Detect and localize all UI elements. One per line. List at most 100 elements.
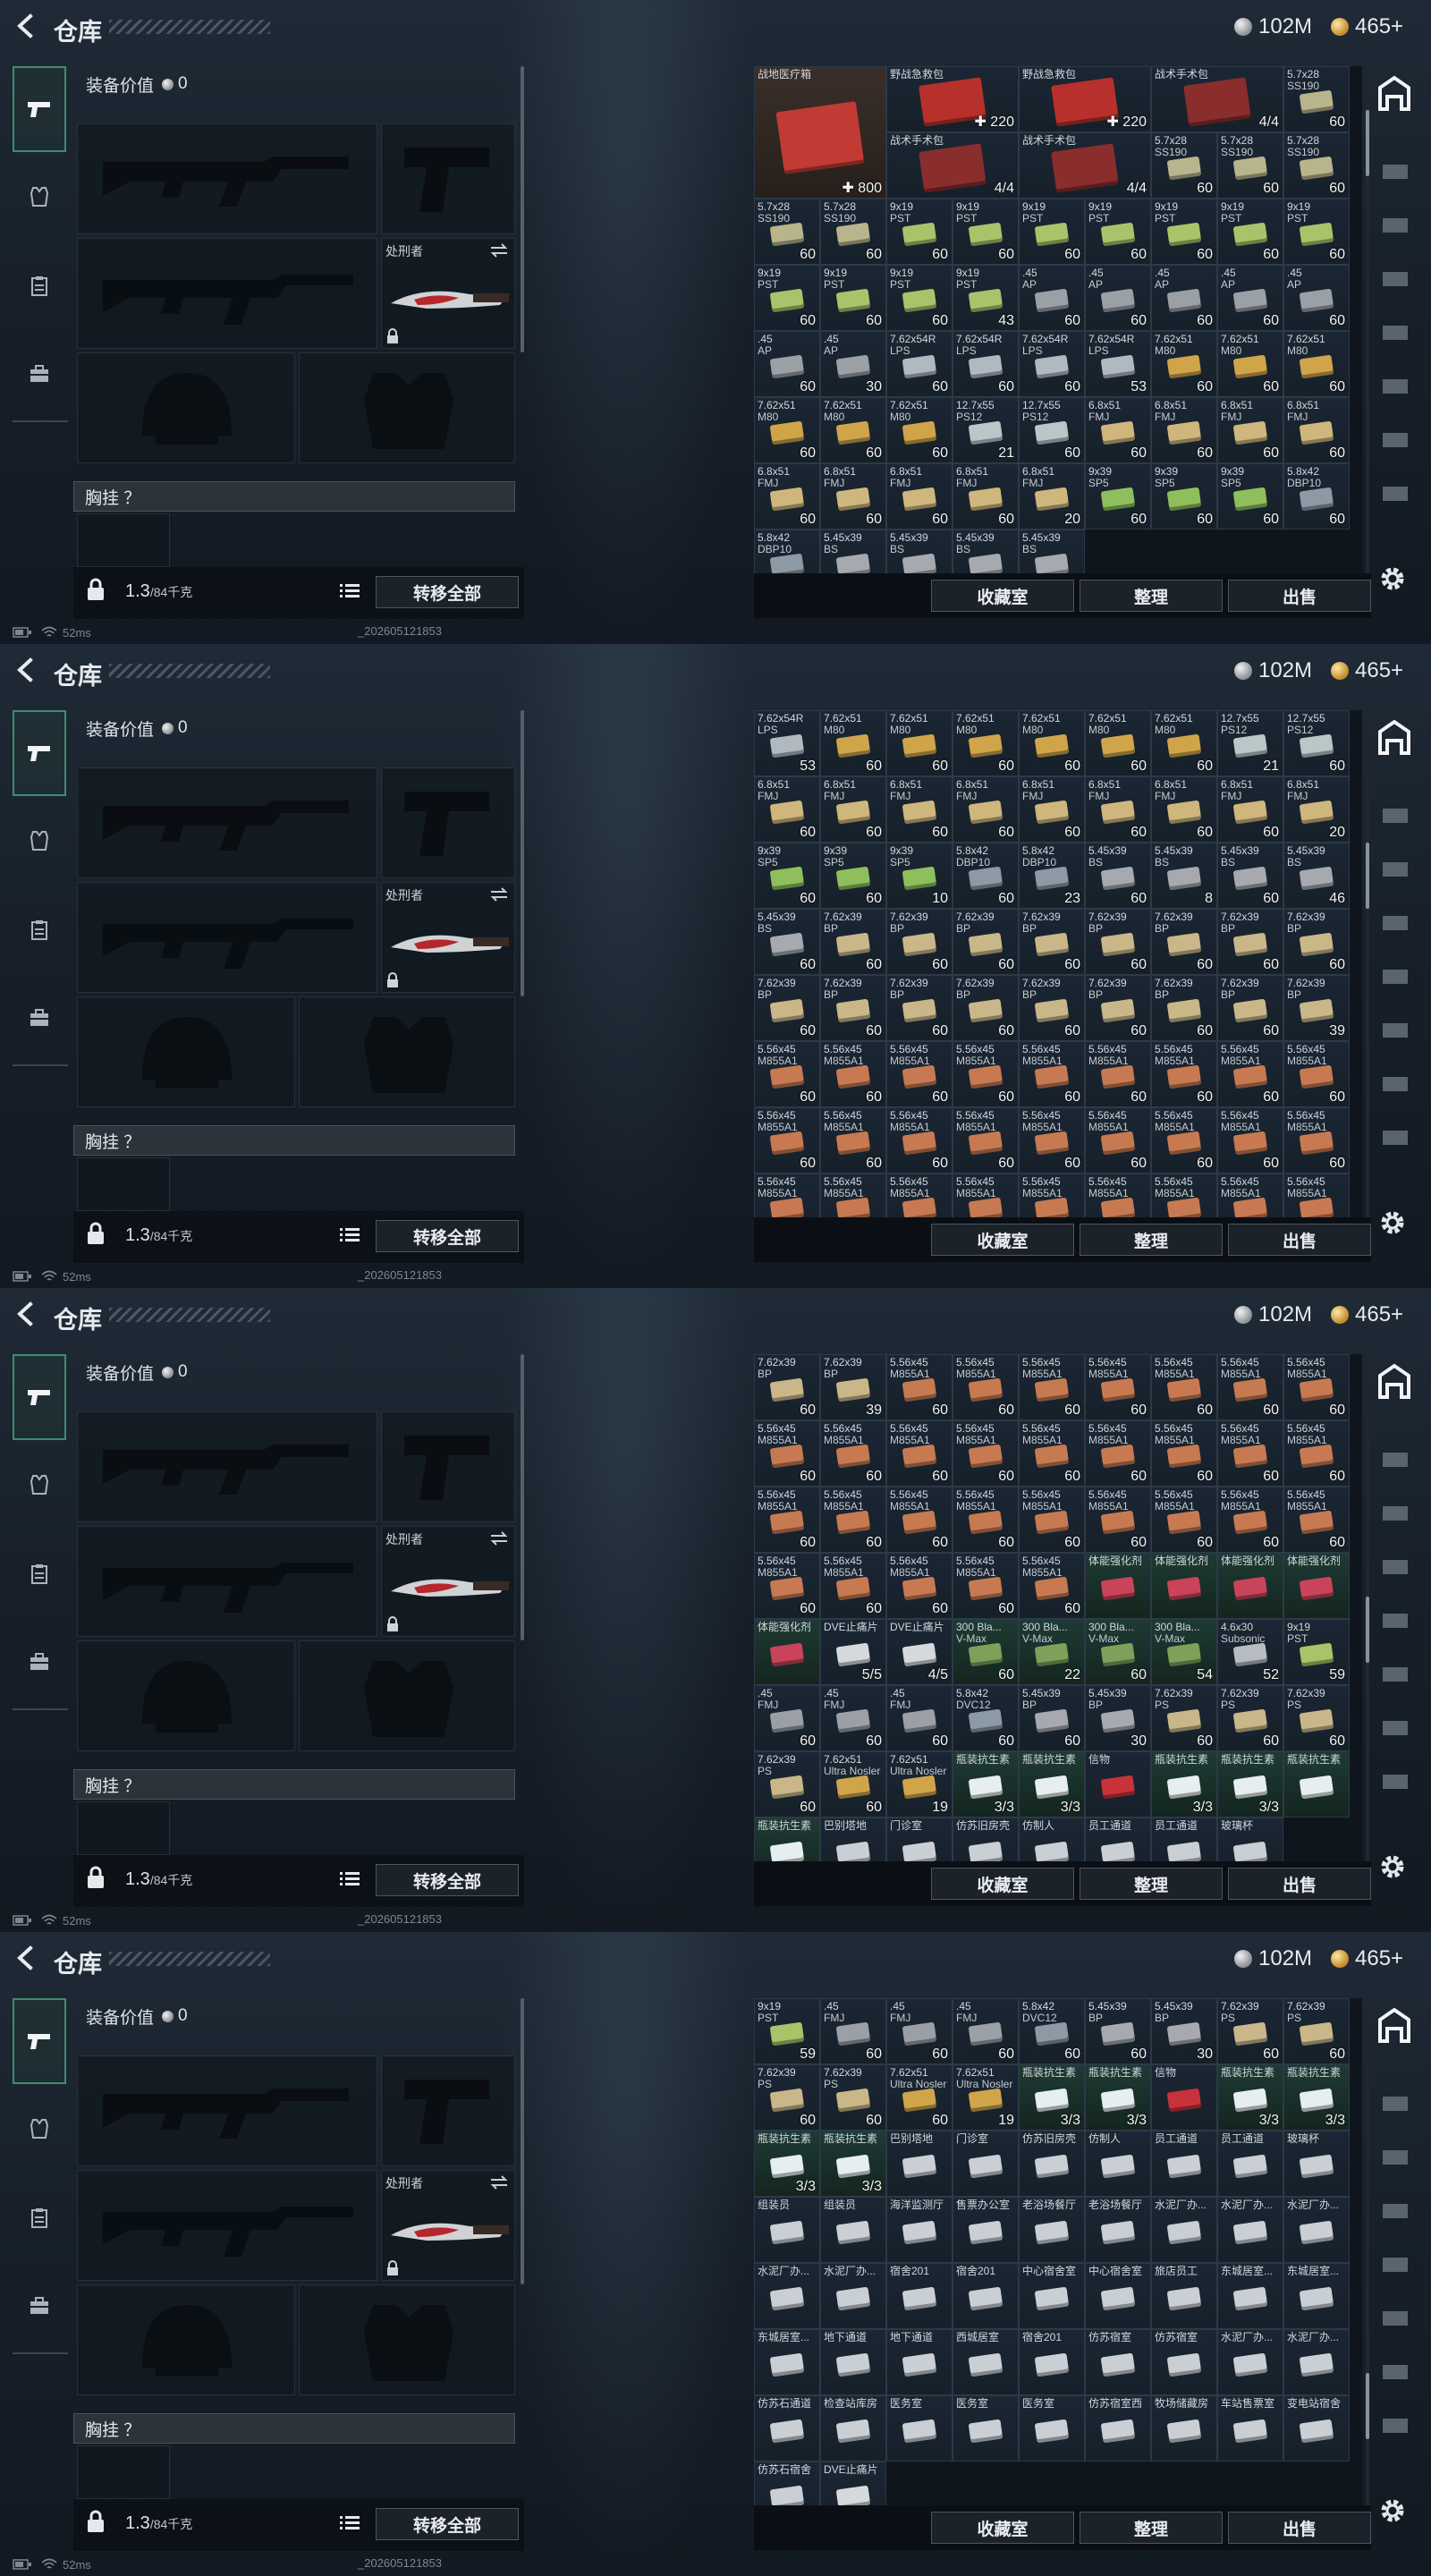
sort-button[interactable]: 整理: [1080, 1868, 1223, 1900]
inventory-item[interactable]: 仿制人: [1019, 1818, 1085, 1861]
inventory-item[interactable]: 信物: [1151, 2064, 1217, 2131]
inventory-item[interactable]: 5.45x39BS60: [886, 530, 953, 573]
inventory-item[interactable]: 5.45x39 BP 60: [1019, 1685, 1085, 1751]
inventory-item[interactable]: 7.62x39 PS 60: [1283, 1685, 1350, 1751]
inventory-item[interactable]: 医务室: [1019, 2395, 1085, 2462]
inventory-item[interactable]: 9x19 PST 60: [886, 265, 953, 331]
inventory-item[interactable]: 12.7x55 PS12 21: [1217, 710, 1283, 776]
rail-item-consumables[interactable]: [13, 261, 66, 311]
helmet-slot[interactable]: [77, 352, 295, 463]
rail-item-armor[interactable]: [13, 2104, 66, 2154]
inventory-item[interactable]: 战术手术包 4/4: [1019, 132, 1151, 199]
settings-gear-icon[interactable]: [1377, 564, 1408, 594]
inventory-item[interactable]: 5.56x45M855A160: [1151, 1174, 1217, 1217]
inventory-item[interactable]: 6.8x51 FMJ 20: [1283, 776, 1350, 843]
inventory-item[interactable]: 7.62x51 M80 60: [1019, 710, 1085, 776]
lock-icon[interactable]: [86, 1222, 106, 1245]
inventory-item[interactable]: 7.62x39 BP 60: [820, 909, 886, 975]
inventory-item[interactable]: 5.56x45M855A160: [953, 1174, 1019, 1217]
inventory-item[interactable]: 水泥厂办...: [754, 2263, 820, 2329]
list-icon[interactable]: [340, 583, 360, 599]
inventory-item[interactable]: 地下通道: [820, 2329, 886, 2395]
inventory-item[interactable]: 9x19 PST 59: [754, 1998, 820, 2064]
inventory-item[interactable]: 5.56x45M855A160: [1283, 1354, 1350, 1420]
inventory-item[interactable]: 7.62x39 BP 39: [1283, 975, 1350, 1041]
inventory-item[interactable]: 5.45x39 BS 46: [1283, 843, 1350, 909]
inventory-item[interactable]: 6.8x51 FMJ 60: [1151, 397, 1217, 463]
inventory-item[interactable]: .45 AP 60: [1217, 265, 1283, 331]
inventory-item[interactable]: 5.56x45M855A160: [1217, 1420, 1283, 1487]
inventory-item[interactable]: 5.56x45M855A160: [953, 1487, 1019, 1553]
inventory-item[interactable]: 7.62x39 PS 60: [1217, 1685, 1283, 1751]
inventory-scrollbar[interactable]: [1366, 710, 1369, 1217]
inventory-item[interactable]: 12.7x55 PS12 60: [1283, 710, 1350, 776]
inventory-item[interactable]: 7.62x39 PS 60: [820, 2064, 886, 2131]
silver-currency[interactable]: 102M: [1234, 657, 1312, 685]
inventory-item[interactable]: 6.8x51 FMJ 20: [1019, 463, 1085, 530]
rail-item-cases[interactable]: [13, 993, 66, 1043]
inventory-item[interactable]: 7.62x39 PS 60: [1283, 1998, 1350, 2064]
inventory-item[interactable]: 7.62x39 BP 60: [953, 909, 1019, 975]
inventory-item[interactable]: 5.56x45M855A160: [1151, 1107, 1217, 1174]
pistol-slot[interactable]: [381, 123, 515, 234]
container-tab-2[interactable]: [1377, 2138, 1413, 2174]
secondary-weapon-slot[interactable]: [77, 238, 377, 349]
inventory-item[interactable]: 5.8x42DBP1060: [953, 843, 1019, 909]
inventory-item[interactable]: 6.8x51 FMJ 60: [1019, 776, 1085, 843]
pistol-slot[interactable]: [381, 767, 515, 878]
container-tab-7[interactable]: [1377, 1118, 1413, 1154]
inventory-item[interactable]: 5.56x45M855A160: [1217, 1354, 1283, 1420]
container-tab-3[interactable]: [1377, 2191, 1413, 2227]
rail-item-cases[interactable]: [13, 349, 66, 399]
container-tab-3[interactable]: [1377, 903, 1413, 939]
inventory-item[interactable]: 瓶装抗生素 3/3: [1151, 1751, 1217, 1818]
rail-item-weapons[interactable]: [13, 1354, 66, 1440]
inventory-item[interactable]: 9x19 PST 59: [1283, 1619, 1350, 1685]
inventory-item[interactable]: 7.62x39 BP 60: [820, 975, 886, 1041]
inventory-item[interactable]: 7.62x54R LPS 53: [1085, 331, 1151, 397]
inventory-item[interactable]: 宿舍201: [1019, 2329, 1085, 2395]
equipment-scrollbar[interactable]: [521, 710, 524, 996]
inventory-item[interactable]: 5.8x42DBP1060: [754, 530, 820, 573]
inventory-item[interactable]: 仿苏旧房壳: [953, 1818, 1019, 1861]
inventory-item[interactable]: 玻璃杯: [1283, 2131, 1350, 2197]
inventory-item[interactable]: 水泥厂办...: [820, 2263, 886, 2329]
inventory-item[interactable]: 7.62x39 BP 60: [1151, 909, 1217, 975]
move-all-button[interactable]: 转移全部: [376, 576, 519, 608]
inventory-item[interactable]: 瓶装抗生素 3/3: [1217, 1751, 1283, 1818]
inventory-item[interactable]: 体能强化剂: [1283, 1553, 1350, 1619]
inventory-item[interactable]: 瓶装抗生素: [1283, 1751, 1350, 1818]
rail-item-weapons[interactable]: [13, 1998, 66, 2084]
inventory-item[interactable]: 组装员: [820, 2197, 886, 2263]
inventory-item[interactable]: 5.56x45M855A160: [754, 1553, 820, 1619]
inventory-item[interactable]: 员工通道: [1217, 2131, 1283, 2197]
container-tab-7[interactable]: [1377, 474, 1413, 510]
rail-item-weapons[interactable]: [13, 710, 66, 796]
inventory-item[interactable]: 5.56x45M855A160: [1019, 1420, 1085, 1487]
inventory-item[interactable]: 7.62x51 M80 60: [886, 710, 953, 776]
inventory-item[interactable]: 旅店员工: [1151, 2263, 1217, 2329]
primary-weapon-slot[interactable]: [77, 767, 377, 878]
inventory-item[interactable]: 9x19 PST 43: [953, 265, 1019, 331]
inventory-item[interactable]: 5.45x39BS60: [1085, 843, 1151, 909]
inventory-item[interactable]: 5.56x45M855A160: [1283, 1420, 1350, 1487]
warehouse-tab-icon[interactable]: [1375, 717, 1414, 757]
chest-rig-slot[interactable]: 胸挂 ？: [73, 481, 515, 512]
container-tab-3[interactable]: [1377, 259, 1413, 295]
inventory-item[interactable]: 门诊室: [953, 2131, 1019, 2197]
inventory-item[interactable]: 牧场储藏房: [1151, 2395, 1217, 2462]
warehouse-tab-icon[interactable]: [1375, 2005, 1414, 2045]
inventory-item[interactable]: 5.56x45M855A160: [820, 1107, 886, 1174]
inventory-item[interactable]: 5.8x42DBP1060: [1283, 463, 1350, 530]
swap-arrows-icon[interactable]: [489, 1530, 509, 1546]
container-tab-3[interactable]: [1377, 1547, 1413, 1583]
inventory-scrollbar[interactable]: [1366, 1354, 1369, 1861]
inventory-item[interactable]: 5.56x45M855A160: [820, 1553, 886, 1619]
inventory-item[interactable]: 5.45x39 BP 30: [1151, 1998, 1217, 2064]
inventory-item[interactable]: 东城居室...: [1217, 2263, 1283, 2329]
inventory-item[interactable]: 变电站宿舍: [1283, 2395, 1350, 2462]
inventory-item[interactable]: 仿苏宿室: [1085, 2329, 1151, 2395]
inventory-item[interactable]: 7.62x51 Ultra Nosler 60: [820, 1751, 886, 1818]
inventory-item[interactable]: 战术手术包 4/4: [886, 132, 1019, 199]
sort-button[interactable]: 整理: [1080, 580, 1223, 612]
